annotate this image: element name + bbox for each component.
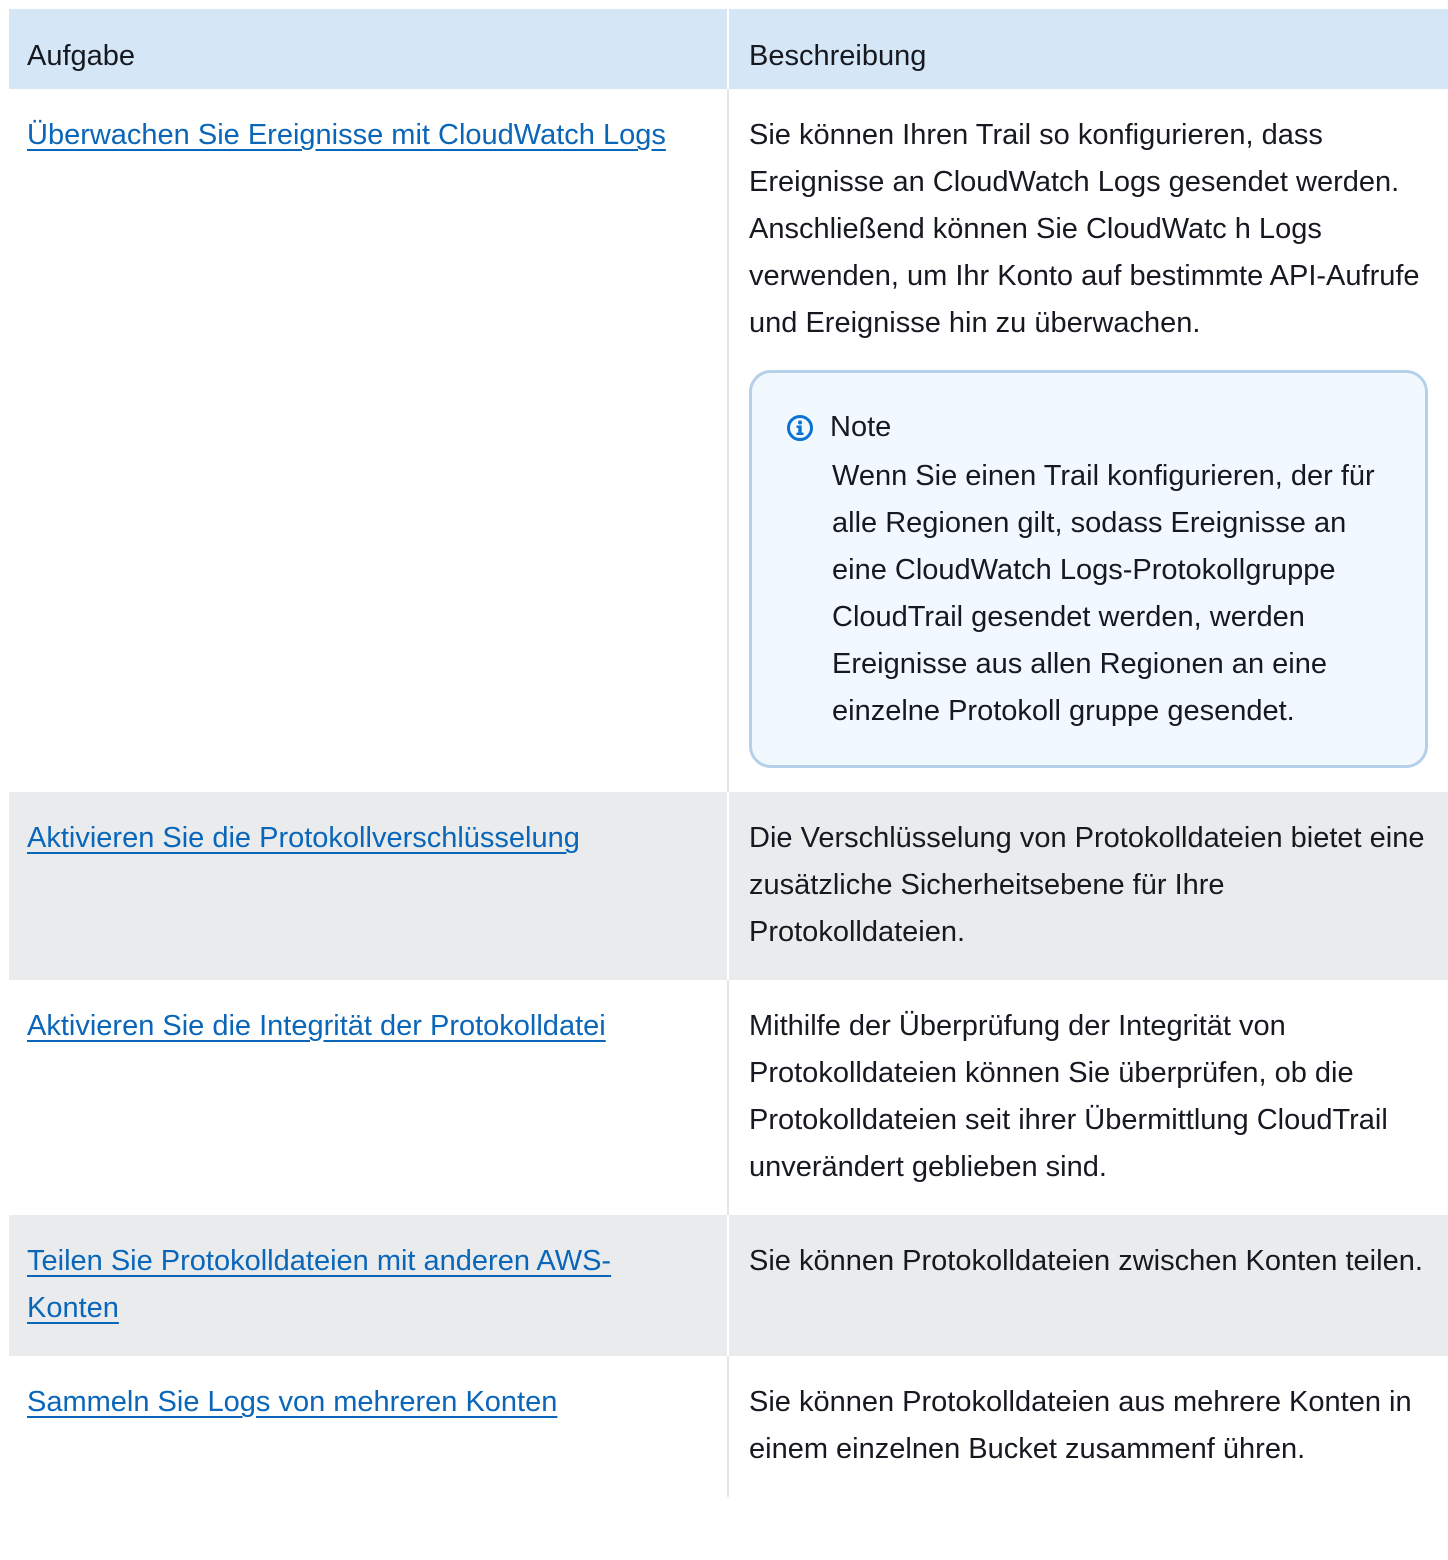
- table-row: Teilen Sie Protokolldateien mit anderen …: [9, 1215, 1448, 1356]
- description-cell: Sie können Ihren Trail so konfigurieren,…: [728, 89, 1448, 792]
- note-title: Note: [830, 411, 892, 443]
- table-row: Aktivieren Sie die Integrität der Protok…: [9, 980, 1448, 1215]
- description-cell: Sie können Protokolldateien zwischen Kon…: [749, 1245, 1423, 1277]
- task-link-share[interactable]: Teilen Sie Protokolldateien mit anderen …: [27, 1245, 611, 1324]
- task-link-cloudwatch[interactable]: Überwachen Sie Ereignisse mit CloudWatch…: [27, 119, 666, 151]
- task-cell: Teilen Sie Protokolldateien mit anderen …: [9, 1215, 729, 1356]
- task-cell: Sammeln Sie Logs von mehreren Konten: [9, 1356, 729, 1497]
- note-box: Note Wenn Sie einen Trail konfigurieren,…: [749, 370, 1428, 768]
- note-body: Wenn Sie einen Trail konfigurieren, der …: [832, 460, 1375, 727]
- description-cell: Mithilfe der Überprüfung der Integrität …: [749, 1010, 1388, 1183]
- tasks-table: Aufgabe Beschreibung Überwachen Sie Erei…: [9, 9, 1448, 1497]
- task-cell: Aktivieren Sie die Protokollverschlüssel…: [9, 792, 729, 980]
- note-header: Note: [786, 407, 1395, 447]
- table-row: Überwachen Sie Ereignisse mit CloudWatch…: [9, 89, 1448, 792]
- info-icon: [786, 413, 814, 441]
- table-row: Sammeln Sie Logs von mehreren Konten Sie…: [9, 1356, 1448, 1497]
- description-text: Sie können Ihren Trail so konfigurieren,…: [749, 119, 1420, 339]
- description-cell: Die Verschlüsselung von Protokolldateien…: [749, 822, 1425, 948]
- table-header-row: Aufgabe Beschreibung: [9, 9, 1448, 89]
- description-cell: Sie können Protokolldateien aus mehrere …: [749, 1386, 1412, 1465]
- task-link-integrity[interactable]: Aktivieren Sie die Integrität der Protok…: [27, 1010, 606, 1042]
- table-row: Aktivieren Sie die Protokollverschlüssel…: [9, 792, 1448, 980]
- task-link-multiple-accounts[interactable]: Sammeln Sie Logs von mehreren Konten: [27, 1386, 557, 1418]
- task-cell: Überwachen Sie Ereignisse mit CloudWatch…: [9, 89, 729, 792]
- task-link-encryption[interactable]: Aktivieren Sie die Protokollverschlüssel…: [27, 822, 580, 854]
- header-description: Beschreibung: [749, 40, 927, 72]
- task-cell: Aktivieren Sie die Integrität der Protok…: [9, 980, 729, 1215]
- header-task: Aufgabe: [9, 9, 729, 89]
